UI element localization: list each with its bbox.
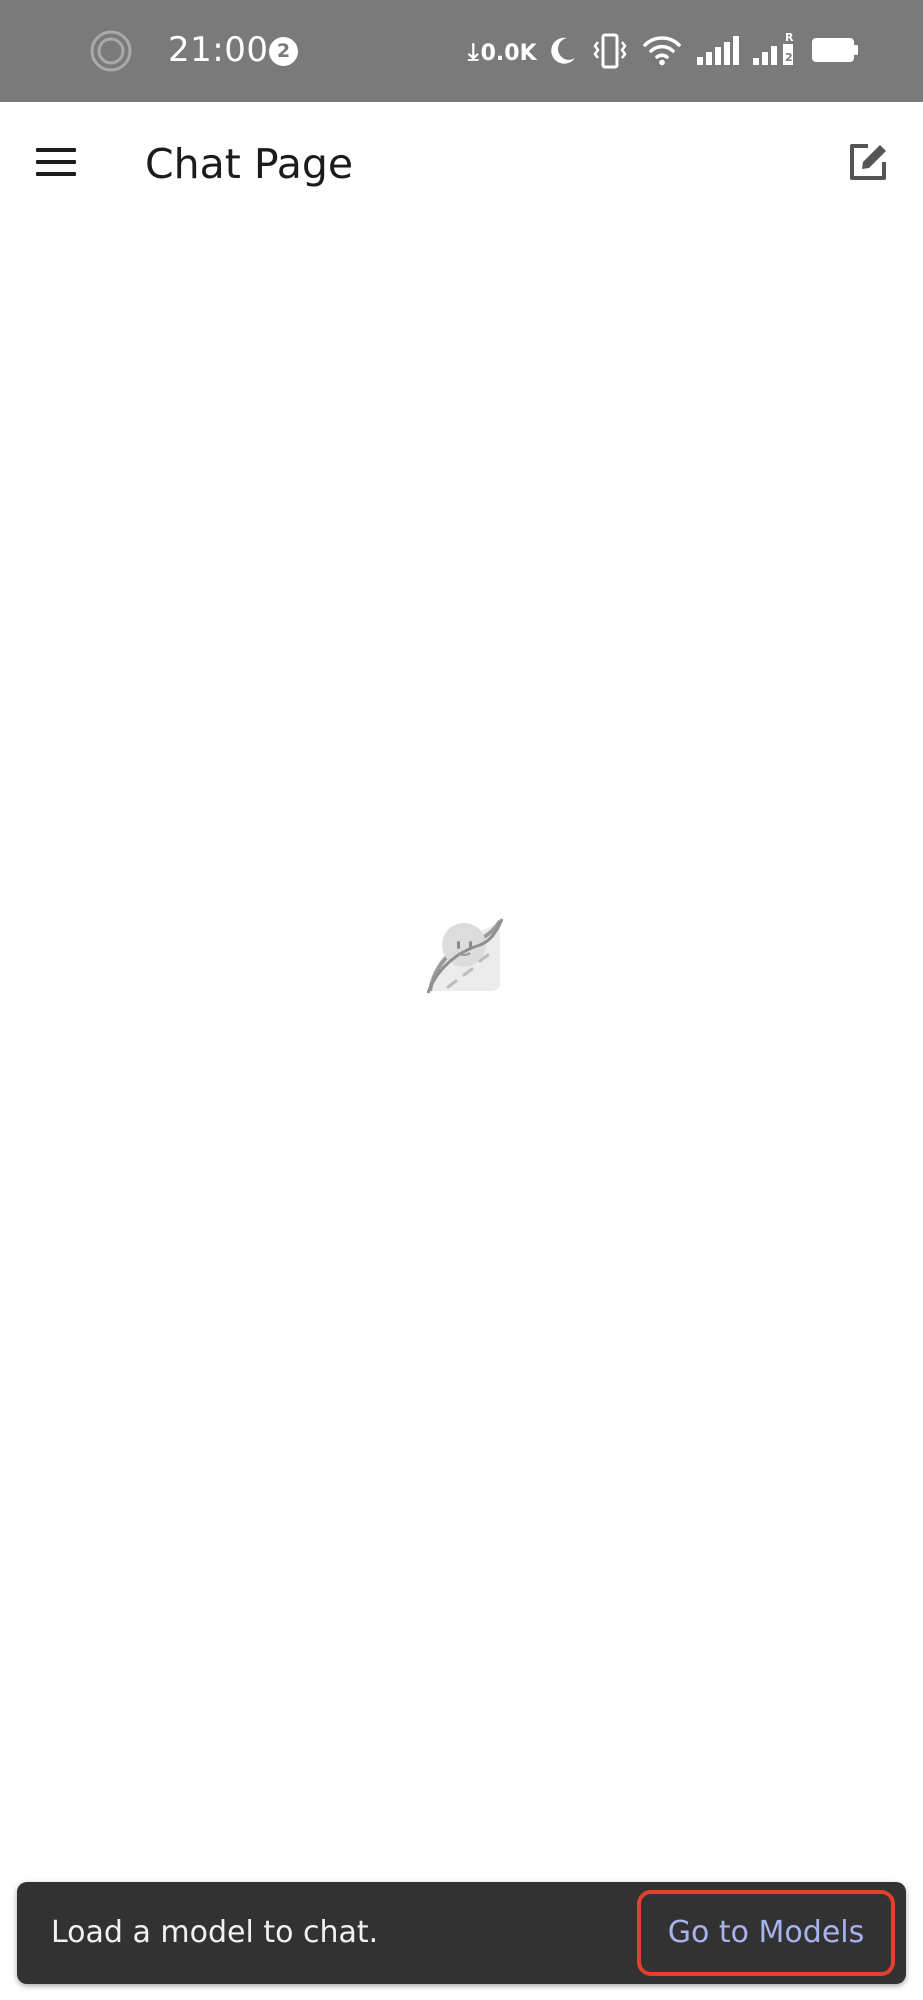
- battery-icon: [812, 38, 858, 62]
- svg-text:2: 2: [785, 51, 793, 64]
- snackbar-message: Load a model to chat.: [51, 1915, 379, 1950]
- moon-icon: [551, 37, 575, 64]
- wifi-icon: [643, 36, 681, 66]
- edit-icon: [850, 144, 886, 180]
- notification-count-badge: 2: [269, 37, 298, 66]
- menu-button[interactable]: [26, 132, 86, 192]
- snackbar: Load a model to chat. Go to Models: [17, 1882, 906, 1984]
- svg-text:R: R: [785, 31, 794, 44]
- signal-roaming-icon: R 2: [753, 31, 794, 65]
- new-chat-button[interactable]: [842, 136, 894, 188]
- status-bar: 21:00 2 ⤓0.0K R 2: [0, 0, 923, 102]
- network-speed: ⤓0.0K: [468, 34, 537, 70]
- screen-record-icon: [90, 30, 132, 72]
- page-title: Chat Page: [145, 140, 354, 188]
- network-speed-value: 0.0K: [480, 41, 537, 66]
- app-bar: Chat Page: [0, 102, 923, 226]
- download-arrow-icon: ⤓: [468, 38, 479, 66]
- go-to-models-button[interactable]: Go to Models: [637, 1890, 895, 1976]
- signal-icon: [697, 36, 739, 65]
- app-logo-icon: [426, 918, 504, 994]
- vibrate-icon: [593, 33, 627, 69]
- status-time: 21:00: [168, 30, 269, 70]
- chat-area: [0, 226, 923, 1876]
